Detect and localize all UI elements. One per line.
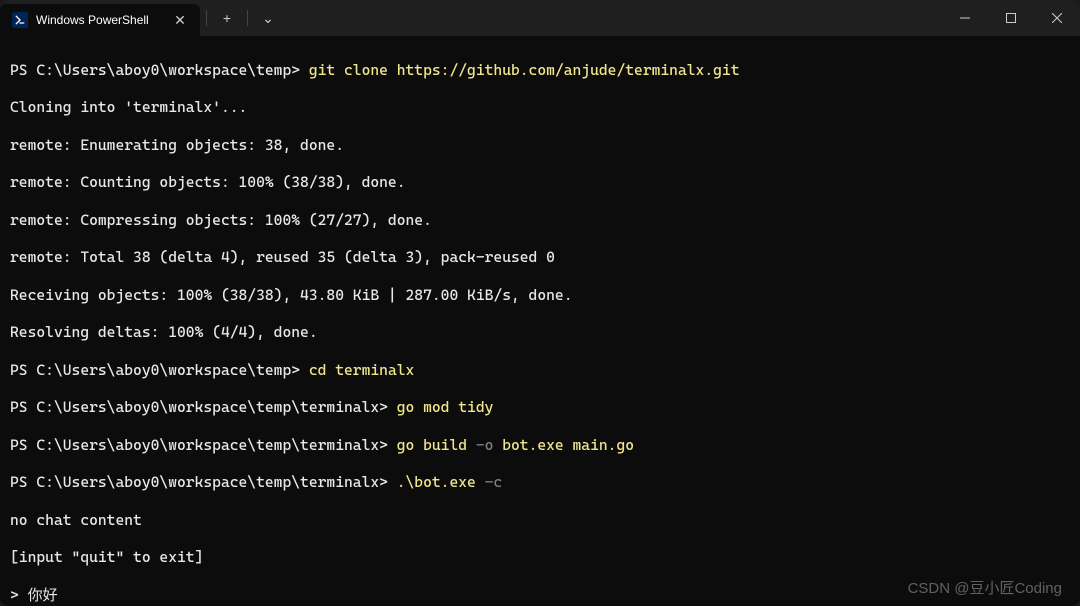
tab-actions: + ⌄ (200, 0, 288, 36)
terminal-line: [input "quit" to exit] (10, 548, 1070, 567)
minimize-button[interactable] (942, 0, 988, 36)
maximize-button[interactable] (988, 0, 1034, 36)
terminal-line: Receiving objects: 100% (38/38), 43.80 K… (10, 286, 1070, 305)
titlebar: Windows PowerShell ✕ + ⌄ (0, 0, 1080, 36)
terminal-line: remote: Total 38 (delta 4), reused 35 (d… (10, 248, 1070, 267)
tab-dropdown-button[interactable]: ⌄ (254, 4, 282, 32)
tab-close-button[interactable]: ✕ (172, 12, 188, 28)
window-controls (942, 0, 1080, 36)
terminal-window: Windows PowerShell ✕ + ⌄ PS C:\Users\abo… (0, 0, 1080, 606)
terminal-line: PS C:\Users\aboy0\workspace\temp\termina… (10, 398, 1070, 417)
terminal-line: remote: Compressing objects: 100% (27/27… (10, 211, 1070, 230)
terminal-line: remote: Counting objects: 100% (38/38), … (10, 173, 1070, 192)
tab-divider (247, 10, 248, 26)
tab-title: Windows PowerShell (36, 13, 164, 27)
terminal-line: PS C:\Users\aboy0\workspace\temp> cd ter… (10, 361, 1070, 380)
terminal-line: PS C:\Users\aboy0\workspace\temp> git cl… (10, 61, 1070, 80)
terminal-body[interactable]: PS C:\Users\aboy0\workspace\temp> git cl… (0, 36, 1080, 606)
tab-powershell[interactable]: Windows PowerShell ✕ (0, 4, 200, 36)
tab-divider (206, 10, 207, 26)
terminal-line: PS C:\Users\aboy0\workspace\temp\termina… (10, 436, 1070, 455)
terminal-line: Resolving deltas: 100% (4/4), done. (10, 323, 1070, 342)
terminal-line: > 你好 (10, 586, 1070, 605)
powershell-icon (12, 12, 28, 28)
tab-strip: Windows PowerShell ✕ + ⌄ (0, 0, 288, 36)
close-button[interactable] (1034, 0, 1080, 36)
terminal-line: no chat content (10, 511, 1070, 530)
new-tab-button[interactable]: + (213, 4, 241, 32)
terminal-line: Cloning into 'terminalx'... (10, 98, 1070, 117)
terminal-line: PS C:\Users\aboy0\workspace\temp\termina… (10, 473, 1070, 492)
terminal-line: remote: Enumerating objects: 38, done. (10, 136, 1070, 155)
